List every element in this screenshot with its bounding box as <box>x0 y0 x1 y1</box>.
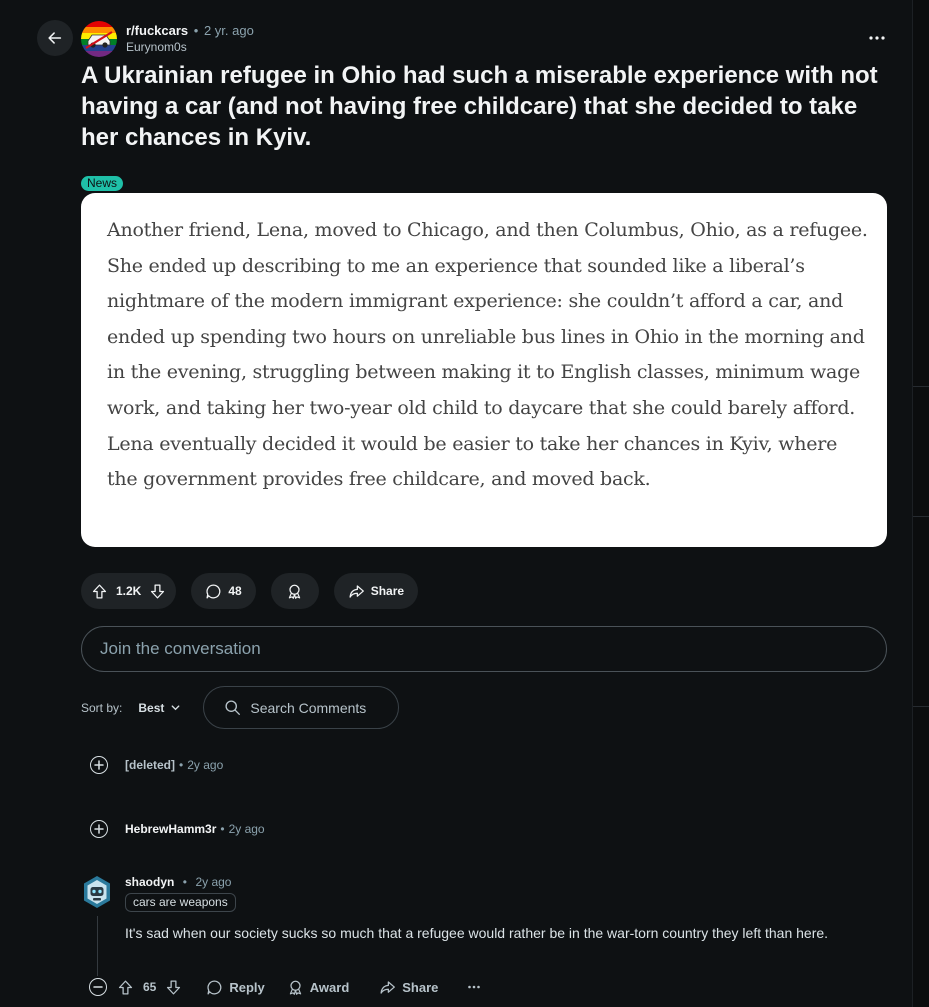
share-arrow-icon <box>349 584 364 598</box>
thread-line[interactable] <box>97 916 98 976</box>
search-icon <box>225 700 241 715</box>
share-button[interactable]: Share <box>379 979 438 996</box>
comment-age: 2y ago <box>228 822 265 836</box>
collapse-comment-button[interactable] <box>89 978 107 996</box>
sort-label: Sort by: <box>81 700 123 715</box>
ellipsis-icon <box>468 985 481 989</box>
ellipsis-icon <box>869 36 885 40</box>
subreddit-name[interactable]: r/fuckcars <box>126 23 188 38</box>
vote-count: 1.2K <box>116 584 142 598</box>
plus-circle-icon <box>94 824 104 834</box>
more-options-button[interactable] <box>862 28 892 48</box>
user-flair: cars are weapons <box>125 893 236 912</box>
sort-value: Best <box>138 700 165 715</box>
separator-dot: • <box>193 23 199 38</box>
subreddit-avatar[interactable] <box>81 21 117 57</box>
chevron-down-icon <box>171 705 180 711</box>
comment-sort-bar: Sort by: Best Search Comments <box>81 686 400 729</box>
post-meta: r/fuckcars • 2 yr. ago Eurynom0s <box>126 22 254 56</box>
downvote-button[interactable] <box>165 979 182 996</box>
share-label: Share <box>402 979 439 995</box>
post-flair[interactable]: News <box>81 176 124 191</box>
plus-circle-icon <box>94 760 104 770</box>
post-image-quote[interactable]: Another friend, Lena, moved to Chicago, … <box>81 193 887 547</box>
post-title[interactable]: A Ukrainian refugee in Ohio had such a m… <box>81 60 881 153</box>
award-label: Award <box>309 979 350 995</box>
expand-comment-button[interactable] <box>90 820 108 838</box>
collapsed-comment: HebrewHamm3r • 2y ago <box>90 819 265 839</box>
award-button[interactable] <box>270 573 319 609</box>
post-action-bar: 1.2K 48 Share <box>81 573 419 609</box>
arrow-left-icon <box>48 32 62 44</box>
expand-comment-button[interactable] <box>90 756 108 774</box>
downvote-button[interactable] <box>149 583 166 600</box>
more-options-button[interactable] <box>468 985 481 989</box>
comment-author[interactable]: shaodyn <box>125 875 174 889</box>
comment-author: [deleted] <box>125 758 176 772</box>
quote-text: Another friend, Lena, moved to Chicago, … <box>107 219 868 491</box>
upvote-button[interactable] <box>91 583 108 600</box>
award-icon <box>289 980 301 995</box>
separator-dot: • <box>179 758 184 772</box>
comment-action-bar: 65 Reply Award Share <box>89 976 481 998</box>
comment-body: It's sad when our society sucks so much … <box>125 925 829 941</box>
arrow-up-icon <box>118 979 133 995</box>
minus-circle-icon <box>93 986 103 988</box>
share-button[interactable]: Share <box>333 573 419 609</box>
speech-bubble-icon <box>207 979 222 995</box>
arrow-down-icon <box>167 979 181 995</box>
avatar[interactable] <box>81 874 113 912</box>
comment-age: 2y ago <box>187 758 224 772</box>
share-arrow-icon <box>380 980 396 994</box>
arrow-down-icon <box>151 583 165 599</box>
reply-button[interactable]: Reply <box>206 979 265 996</box>
robot-avatar-icon <box>84 876 110 908</box>
comment-vote-count: 65 <box>143 980 157 994</box>
back-button[interactable] <box>37 20 73 56</box>
comment-count: 48 <box>228 584 242 598</box>
post-age: 2 yr. ago <box>203 23 254 38</box>
right-panel-edge <box>912 0 929 1007</box>
award-button[interactable]: Award <box>287 979 350 996</box>
separator-dot: • <box>220 822 225 836</box>
join-conversation-input[interactable]: Join the conversation <box>81 626 887 672</box>
upvote-button[interactable] <box>117 979 134 996</box>
arrow-up-icon <box>92 583 107 599</box>
award-icon <box>289 584 301 599</box>
reply-label: Reply <box>229 979 265 995</box>
pride-flag-car-logo <box>81 21 117 57</box>
comment-age: 2y ago <box>195 875 232 889</box>
search-comments-placeholder: Search Comments <box>250 699 367 716</box>
search-comments-input[interactable]: Search Comments <box>203 686 400 729</box>
post-author[interactable]: Eurynom0s <box>126 39 254 56</box>
vote-pill: 1.2K <box>81 573 177 609</box>
share-label: Share <box>370 584 405 598</box>
sort-dropdown[interactable]: Best <box>134 697 185 719</box>
separator-dot: • <box>182 875 187 889</box>
comment-header: shaodyn • 2y ago <box>125 873 231 891</box>
collapsed-comment: [deleted] • 2y ago <box>90 755 223 775</box>
comment-author[interactable]: HebrewHamm3r <box>125 822 216 836</box>
speech-bubble-icon <box>206 583 221 599</box>
comments-button[interactable]: 48 <box>191 573 256 609</box>
